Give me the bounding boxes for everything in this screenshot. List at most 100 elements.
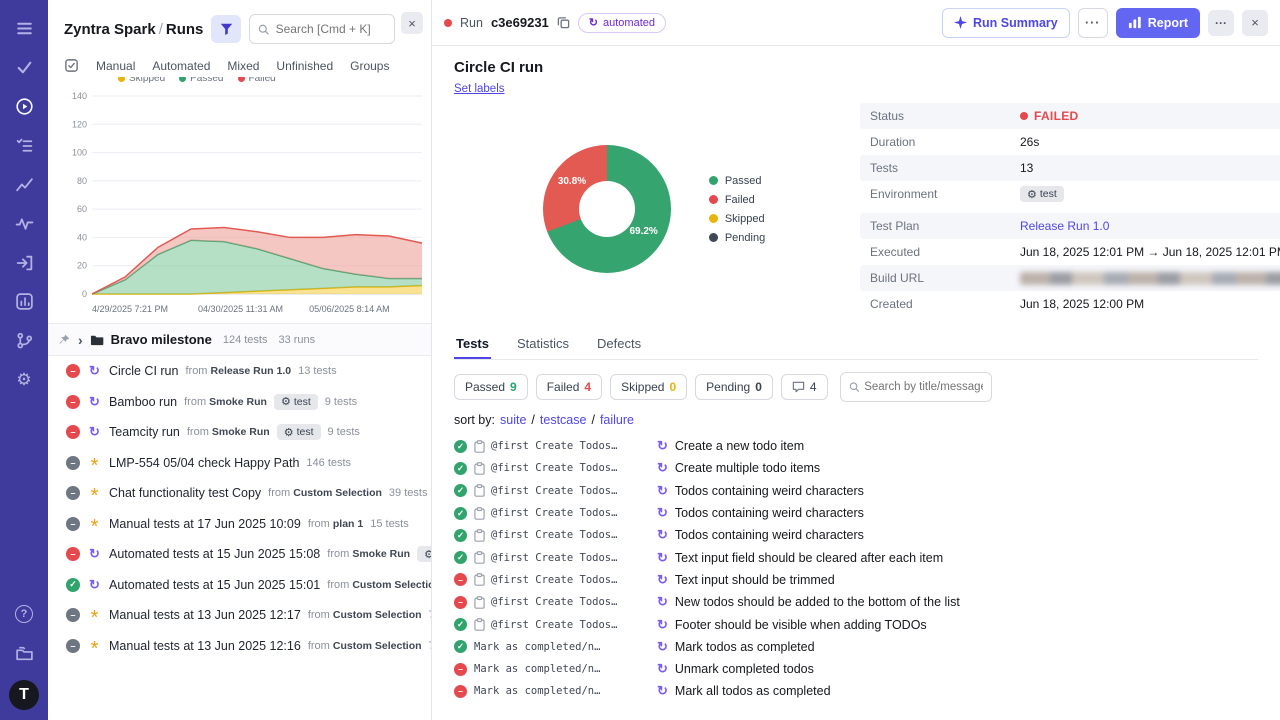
test-suite: @first Create Todos… <box>474 596 650 609</box>
clipboard-icon <box>474 551 485 564</box>
filter-passed[interactable]: Passed9 <box>454 374 528 400</box>
tab-tests[interactable]: Tests <box>454 329 491 359</box>
run-list-item[interactable]: Manual tests at 17 Jun 2025 10:09 from p… <box>48 509 431 540</box>
app-logo[interactable]: T <box>9 680 39 710</box>
chevron-right-icon[interactable]: › <box>78 335 83 345</box>
filter-pending[interactable]: Pending0 <box>695 374 773 400</box>
help-icon[interactable]: ? <box>7 598 41 630</box>
test-row[interactable]: Mark as completed/n…Mark all todos as co… <box>454 680 1258 702</box>
filter-comments[interactable]: 4 <box>781 374 828 400</box>
runs-search-input[interactable] <box>276 22 386 36</box>
run-type-icon <box>87 546 102 562</box>
tab-manual[interactable]: Manual <box>96 59 135 73</box>
test-row[interactable]: Mark as completed/n…Mark todos as comple… <box>454 636 1258 658</box>
test-row[interactable]: @first Create Todos…Text input should be… <box>454 569 1258 591</box>
pin-icon[interactable] <box>58 333 71 346</box>
sort-by-suite[interactable]: suite <box>500 413 526 427</box>
run-list-item[interactable]: Teamcity run from Smoke Run test 9 tests <box>48 417 431 448</box>
run-tests-count: 39 tests <box>389 487 428 499</box>
test-row[interactable]: @first Create Todos…New todos should be … <box>454 591 1258 613</box>
run-list-item[interactable]: Manual tests at 13 Jun 2025 12:17 from C… <box>48 600 431 631</box>
detail-more-button[interactable]: ··· <box>1208 10 1234 36</box>
test-row[interactable]: Mark as completed/n…Unmark completed tod… <box>454 658 1258 680</box>
test-plans-icon[interactable] <box>7 129 41 161</box>
clipboard-icon <box>474 573 485 586</box>
passed-dot-icon <box>179 77 186 82</box>
run-tests-count: 9 tests <box>328 426 360 438</box>
tasks-icon[interactable] <box>7 51 41 83</box>
sort-label: sort by: <box>454 413 495 427</box>
test-status-icon <box>454 596 467 609</box>
close-panel-button[interactable] <box>401 12 423 34</box>
test-title: Todos containing weird characters <box>675 506 864 520</box>
run-summary-button[interactable]: Run Summary <box>942 8 1070 38</box>
report-button[interactable]: Report <box>1116 8 1200 38</box>
select-all-icon[interactable] <box>64 58 79 73</box>
tab-groups[interactable]: Groups <box>350 59 389 73</box>
filter-failed[interactable]: Failed4 <box>536 374 602 400</box>
settings-gear-icon[interactable]: ⚙ <box>7 363 41 395</box>
analytics-icon[interactable] <box>7 168 41 200</box>
breadcrumb-page[interactable]: Runs <box>166 21 204 38</box>
run-status-icon <box>66 517 80 531</box>
environment-badge: test <box>417 546 431 562</box>
menu-icon[interactable] <box>7 12 41 44</box>
test-row[interactable]: @first Create Todos…Create multiple todo… <box>454 457 1258 479</box>
run-list-item[interactable]: Circle CI run from Release Run 1.0 13 te… <box>48 356 431 387</box>
filter-skipped[interactable]: Skipped0 <box>610 374 687 400</box>
tab-statistics[interactable]: Statistics <box>515 329 571 359</box>
run-list-item[interactable]: LMP-554 05/04 check Happy Path 146 tests <box>48 448 431 479</box>
breadcrumb-project[interactable]: Zyntra Spark <box>64 21 156 38</box>
test-row[interactable]: @first Create Todos…Todos containing wei… <box>454 480 1258 502</box>
set-labels-link[interactable]: Set labels <box>454 83 505 95</box>
launch-run-icon[interactable] <box>7 246 41 278</box>
close-detail-button[interactable] <box>1242 10 1268 36</box>
test-row[interactable]: @first Create Todos…Todos containing wei… <box>454 524 1258 546</box>
tab-automated[interactable]: Automated <box>152 59 210 73</box>
milestone-row[interactable]: › Bravo milestone 124 tests 33 runs <box>48 323 431 356</box>
copy-run-id-button[interactable] <box>557 16 570 29</box>
run-more-button[interactable]: ··· <box>1078 8 1108 38</box>
run-list-item[interactable]: Automated tests at 15 Jun 2025 15:01 fro… <box>48 570 431 601</box>
clipboard-icon <box>474 462 485 475</box>
tab-unfinished[interactable]: Unfinished <box>276 59 333 73</box>
runs-search[interactable] <box>249 14 395 44</box>
run-source: from Custom Selection <box>308 609 422 621</box>
milestone-tests-count: 124 tests <box>223 334 268 346</box>
test-row[interactable]: @first Create Todos…Text input field sho… <box>454 546 1258 568</box>
run-list-item[interactable]: Bamboo run from Smoke Run test 9 tests <box>48 387 431 418</box>
run-status-icon <box>66 486 80 500</box>
automated-type-badge[interactable]: automated <box>578 13 666 33</box>
test-row[interactable]: @first Create Todos…Todos containing wei… <box>454 502 1258 524</box>
tab-mixed[interactable]: Mixed <box>227 59 259 73</box>
reports-icon[interactable] <box>7 285 41 317</box>
run-title-heading: Circle CI run <box>454 59 1258 76</box>
run-list-item[interactable]: Automated tests at 15 Jun 2025 15:08 fro… <box>48 539 431 570</box>
tests-search-input[interactable] <box>864 381 982 393</box>
info-row-build-url: Build URL <box>860 265 1280 291</box>
automated-test-icon <box>657 617 668 633</box>
branches-icon[interactable] <box>7 324 41 356</box>
test-suite: @first Create Todos… <box>474 529 650 542</box>
run-failed-dot-icon <box>444 19 452 27</box>
info-row-duration: Duration 26s <box>860 129 1280 155</box>
filter-button[interactable] <box>211 15 241 43</box>
pulse-icon[interactable] <box>7 207 41 239</box>
run-list-item[interactable]: Manual tests at 13 Jun 2025 12:16 from C… <box>48 631 431 662</box>
test-plan-link[interactable]: Release Run 1.0 <box>1020 219 1109 233</box>
test-row[interactable]: @first Create Todos…Footer should be vis… <box>454 613 1258 635</box>
projects-icon[interactable] <box>7 637 41 669</box>
tab-defects[interactable]: Defects <box>595 329 643 359</box>
run-type-icon <box>87 486 102 500</box>
run-list-item[interactable]: Chat functionality test Copy from Custom… <box>48 478 431 509</box>
test-title: Mark all todos as completed <box>675 684 831 698</box>
sort-by-testcase[interactable]: testcase <box>540 413 587 427</box>
folder-icon <box>90 333 104 346</box>
legend-skipped: Skipped <box>118 77 165 84</box>
runs-icon[interactable] <box>7 90 41 122</box>
test-row[interactable]: @first Create Todos…Create a new todo it… <box>454 435 1258 457</box>
info-label: Created <box>870 297 1020 311</box>
tests-search[interactable] <box>840 372 992 402</box>
chart-legend: Skipped Passed Failed <box>118 77 427 84</box>
sort-by-failure[interactable]: failure <box>600 413 634 427</box>
